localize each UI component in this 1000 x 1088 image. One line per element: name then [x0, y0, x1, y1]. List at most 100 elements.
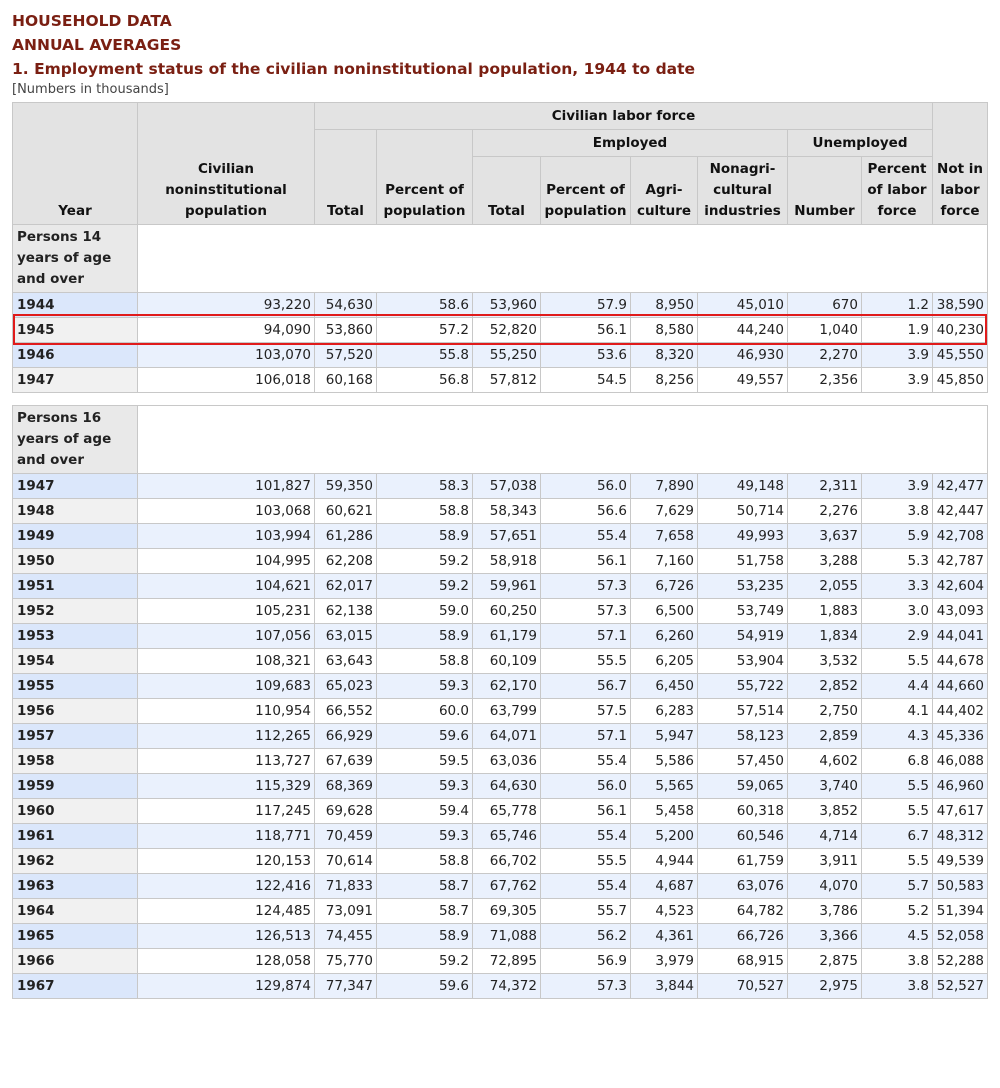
table-cell: 71,833 [314, 873, 377, 899]
table-cell: 56.0 [540, 473, 631, 499]
table-cell: 67,639 [314, 748, 377, 774]
table-section: Persons 16 years of age and over 1947 101,… [12, 392, 989, 999]
table-cell: 5,458 [630, 798, 698, 824]
table-cell: 61,759 [697, 848, 788, 874]
table-cell: 3.8 [860, 498, 934, 524]
table-cell: 58.6 [376, 292, 473, 318]
table-cell: 3.0 [860, 598, 934, 624]
table-cell: 8,256 [630, 367, 698, 393]
table-cell: 58.8 [376, 848, 473, 874]
table-cell: 3.8 [860, 948, 934, 974]
table-cell: 6,205 [630, 648, 698, 674]
table-row: 1958 113,727 67,639 59.5 63,036 55.4 5,586 57,4… [12, 748, 989, 774]
table-cell: 4.3 [860, 723, 934, 749]
table-cell: 129,874 [137, 973, 315, 999]
col-header-emp-percent: Percent of population [540, 156, 631, 225]
table-cell: 126,513 [137, 923, 315, 949]
table-cell: 63,036 [472, 748, 541, 774]
table-cell: 118,771 [137, 823, 315, 849]
table-cell: 62,170 [472, 673, 541, 699]
table-cell: 49,148 [697, 473, 788, 499]
table-cell: 3.9 [860, 342, 934, 368]
table-cell: 57.1 [540, 723, 631, 749]
table-cell: 70,527 [697, 973, 788, 999]
table-cell: 6.7 [860, 823, 934, 849]
table-cell: 57.2 [376, 317, 473, 343]
table-row: 1960 117,245 69,628 59.4 65,778 56.1 5,458 60,3… [12, 798, 989, 824]
table-cell: 2,055 [787, 573, 862, 599]
table-cell: 4,944 [630, 848, 698, 874]
table-cell: 62,208 [314, 548, 377, 574]
table-row: 1951 104,621 62,017 59.2 59,961 57.3 6,726 53,2… [12, 573, 989, 599]
table-row: 1956 110,954 66,552 60.0 63,799 57.5 6,283 57,5… [12, 698, 989, 724]
table-row: 1947 106,018 60,168 56.8 57,812 54.5 8,256 49,5… [12, 367, 989, 393]
row-year-cell: 1956 [12, 698, 138, 724]
table-cell: 60,621 [314, 498, 377, 524]
table-cell: 43,093 [932, 598, 989, 624]
row-year-cell: 1957 [12, 723, 138, 749]
table-cell: 60,109 [472, 648, 541, 674]
row-year-cell: 1955 [12, 673, 138, 699]
table-cell: 68,369 [314, 773, 377, 799]
table-cell: 59.2 [376, 573, 473, 599]
table-cell: 57,651 [472, 523, 541, 549]
table-cell: 7,160 [630, 548, 698, 574]
table-cell: 50,714 [697, 498, 788, 524]
table-cell: 5.5 [860, 798, 934, 824]
table-cell: 124,485 [137, 898, 315, 924]
table-cell: 2,270 [787, 342, 862, 368]
table-cell: 5.5 [860, 773, 934, 799]
table-cell: 104,621 [137, 573, 315, 599]
table-cell: 59.4 [376, 798, 473, 824]
table-cell: 1,040 [787, 317, 862, 343]
table-cell: 54,919 [697, 623, 788, 649]
table-cell: 53,960 [472, 292, 541, 318]
row-year-cell: 1952 [12, 598, 138, 624]
table-cell: 120,153 [137, 848, 315, 874]
table-cell: 6,500 [630, 598, 698, 624]
table-cell: 42,787 [932, 548, 989, 574]
table-row: 1966 128,058 75,770 59.2 72,895 56.9 3,979 68,9… [12, 948, 989, 974]
table-row: 1961 118,771 70,459 59.3 65,746 55.4 5,200 60,5… [12, 823, 989, 849]
table-row: 1965 126,513 74,455 58.9 71,088 56.2 4,361 66,7… [12, 923, 989, 949]
table-cell: 5.5 [860, 648, 934, 674]
table-row: 1946 103,070 57,520 55.8 55,250 53.6 8,320 46,9… [12, 342, 989, 368]
row-year-cell: 1967 [12, 973, 138, 999]
table-cell: 66,552 [314, 698, 377, 724]
table-cell: 93,220 [137, 292, 315, 318]
table-cell: 47,617 [932, 798, 989, 824]
table-cell: 50,583 [932, 873, 989, 899]
table-cell: 3,637 [787, 523, 862, 549]
col-header-agriculture: Agri- culture [630, 156, 698, 225]
table-cell: 1.2 [860, 292, 934, 318]
table-cell: 58.7 [376, 898, 473, 924]
table-cell: 51,394 [932, 898, 989, 924]
table-cell: 105,231 [137, 598, 315, 624]
table-cell: 3,366 [787, 923, 862, 949]
table-cell: 65,778 [472, 798, 541, 824]
col-header-unemp-number: Number [787, 156, 862, 225]
table-row: 1967 129,874 77,347 59.6 74,372 57.3 3,844 70,5… [12, 973, 989, 999]
table-row: 1954 108,321 63,643 58.8 60,109 55.5 6,205 53,9… [12, 648, 989, 674]
table-cell: 55,250 [472, 342, 541, 368]
table-cell: 1,834 [787, 623, 862, 649]
row-year-cell: 1966 [12, 948, 138, 974]
table-cell: 57,812 [472, 367, 541, 393]
row-year-cell: 1961 [12, 823, 138, 849]
table-cell: 58.9 [376, 523, 473, 549]
table-cell: 53,860 [314, 317, 377, 343]
table-cell: 128,058 [137, 948, 315, 974]
table-cell: 5,947 [630, 723, 698, 749]
table-cell: 62,138 [314, 598, 377, 624]
table-cell: 58,343 [472, 498, 541, 524]
table-cell: 117,245 [137, 798, 315, 824]
row-year-cell: 1964 [12, 898, 138, 924]
table-title: 1. Employment status of the civilian non… [12, 60, 696, 78]
table-cell: 56.2 [540, 923, 631, 949]
col-header-year: Year [12, 102, 138, 225]
table-cell: 57,450 [697, 748, 788, 774]
table-cell: 1,883 [787, 598, 862, 624]
table-cell: 59.2 [376, 548, 473, 574]
table-cell: 58.3 [376, 473, 473, 499]
table-cell: 60,318 [697, 798, 788, 824]
